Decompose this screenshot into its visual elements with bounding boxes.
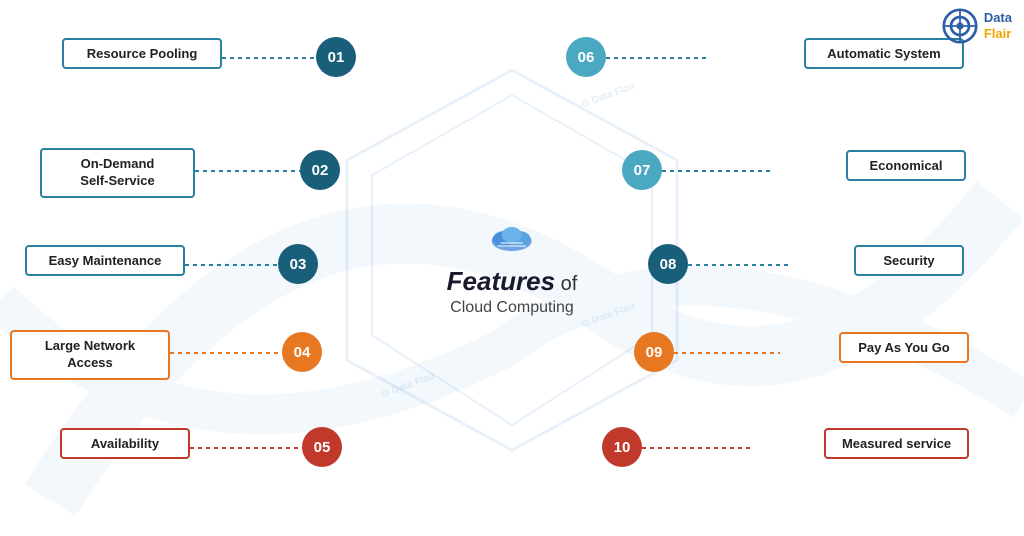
logo: Data Flair	[942, 8, 1012, 44]
num-circle-06: 06	[566, 37, 606, 77]
feature-box-03: Easy Maintenance	[25, 245, 185, 276]
feature-box-10: Measured service	[824, 428, 969, 459]
logo-line1: Data	[984, 10, 1012, 26]
feature-box-05: Availability	[60, 428, 190, 459]
num-circle-05: 05	[302, 427, 342, 467]
dotline-07	[662, 170, 772, 172]
dotline-01	[222, 57, 322, 59]
num-circle-01: 01	[316, 37, 356, 77]
cloud-icon	[447, 219, 578, 262]
num-circle-04: 04	[282, 332, 322, 372]
feature-box-02: On-DemandSelf-Service	[40, 148, 195, 198]
feature-box-07: Economical	[846, 150, 966, 181]
num-circle-07: 07	[622, 150, 662, 190]
feature-box-04: Large NetworkAccess	[10, 330, 170, 380]
num-circle-02: 02	[300, 150, 340, 190]
feature-box-09: Pay As You Go	[839, 332, 969, 363]
dotline-05	[190, 447, 308, 449]
dotline-08	[688, 264, 788, 266]
center-panel: Features of Cloud Computing	[447, 219, 578, 317]
features-title: Features of	[447, 266, 578, 297]
feature-box-08: Security	[854, 245, 964, 276]
num-circle-10: 10	[602, 427, 642, 467]
num-circle-03: 03	[278, 244, 318, 284]
num-circle-08: 08	[648, 244, 688, 284]
num-circle-09: 09	[634, 332, 674, 372]
dotline-09	[674, 352, 780, 354]
dotline-04	[170, 352, 288, 354]
dotline-02	[195, 170, 307, 172]
logo-line2: Flair	[984, 26, 1012, 42]
feature-box-06: Automatic System	[804, 38, 964, 69]
dotline-03	[185, 264, 285, 266]
feature-box-01: Resource Pooling	[62, 38, 222, 69]
features-subtitle: Cloud Computing	[447, 299, 578, 317]
dotline-10	[642, 447, 752, 449]
dotline-06	[606, 57, 706, 59]
